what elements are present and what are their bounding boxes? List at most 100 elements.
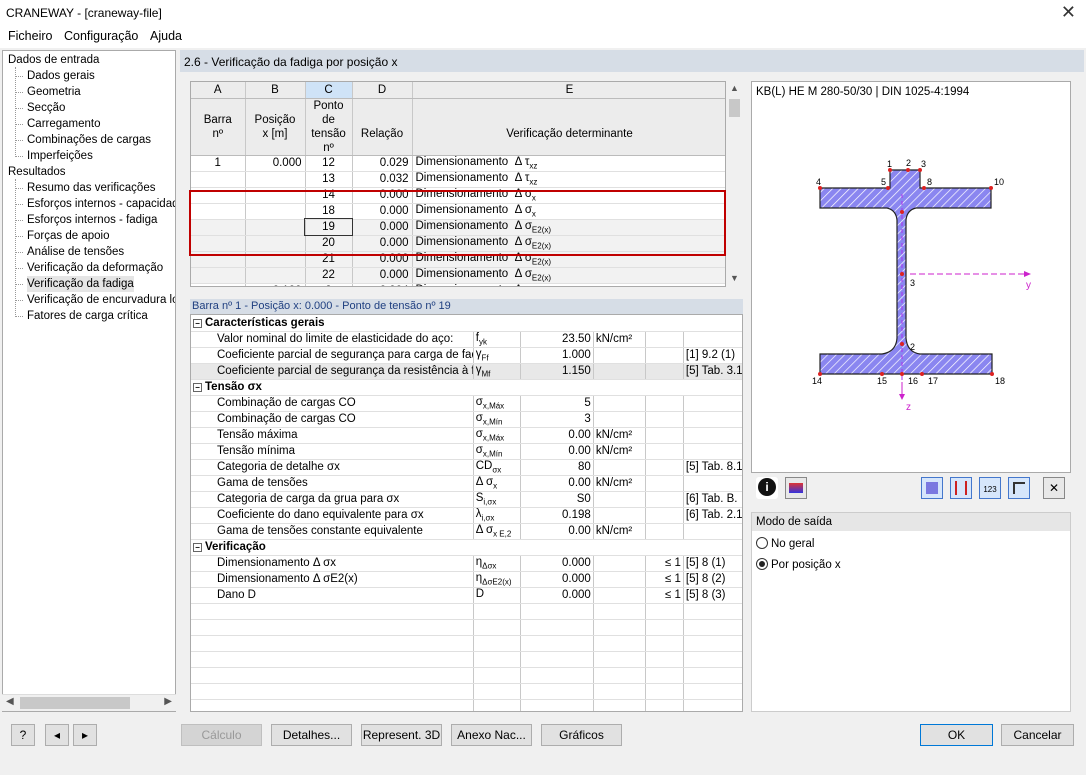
tree-item-deformacao[interactable]: Verificação da deformação [27,260,163,276]
detail-row[interactable]: Gama de tensões Δ σx 0.00 kN/cm² [191,475,742,492]
collapse-icon[interactable]: − [193,543,202,552]
detail-row[interactable]: Combinação de cargas CO σx,Mín 3 [191,411,742,428]
detail-row[interactable]: Gama de tensões constante equivalente Δ σ… [191,523,742,540]
detail-row[interactable]: Categoria de carga da grua para σx Si,σx S… [191,491,742,508]
highlight-box [189,190,726,256]
detail-unit [593,587,646,604]
tree-item-esforcos-capacidade[interactable]: Esforços internos - capacidade [27,196,175,212]
mode-option-position[interactable]: Por posição x [756,558,841,571]
tree-item-analise-tensoes[interactable]: Análise de tensões [27,244,124,260]
scroll-up-icon[interactable]: ▲ [730,83,739,93]
help-button[interactable]: ? [11,724,35,746]
detail-row[interactable]: Tensão máxima σx,Máx 0.00 kN/cm² [191,427,742,444]
empty-row [191,603,742,620]
detail-symbol: ηΔσx [473,555,521,572]
tree-item-forcas-apoio[interactable]: Forças de apoio [27,228,109,244]
table-row[interactable]: 1 0.000 12 0.029 Dimensionamento Δ τxz [191,155,725,172]
dimensions-button[interactable] [950,477,972,499]
axes-button[interactable] [1008,477,1030,499]
collapse-icon[interactable]: − [193,318,202,328]
detail-row[interactable]: Combinação de cargas CO σx,Máx 5 [191,395,742,412]
table-row[interactable]: 13 0.032 Dimensionamento Δ τxz [191,171,725,188]
cell-bar [191,171,246,188]
group-header[interactable]: − Tensão σx [191,379,742,396]
tree-horizontal-scrollbar[interactable]: ◀ ▶ [2,694,176,711]
detail-row[interactable]: Dano D D 0.000 ≤ 1 [5] 8 (3) [191,587,742,604]
tree-item-combinacoes[interactable]: Combinações de cargas [27,132,151,148]
render-section-button[interactable] [921,477,943,499]
details-button[interactable]: Detalhes... [271,724,352,746]
graphics-button[interactable]: Gráficos [541,724,622,746]
tree-item-fadiga[interactable]: Verificação da fadiga [27,276,134,292]
detail-row[interactable]: Coeficiente parcial de segurança da resi… [191,363,742,380]
verification-label: Dimensionamento [416,284,509,286]
calc-button[interactable]: Cálculo [181,724,262,746]
detail-unit [593,395,646,412]
detail-row[interactable]: Valor nominal do limite de elasticidade … [191,331,742,348]
mode-option-general[interactable]: No geral [756,537,814,550]
numbering-button[interactable]: 123 [979,477,1001,499]
menu-ajuda[interactable]: Ajuda [150,29,182,43]
collapse-icon[interactable]: − [193,383,202,392]
detail-limit: ≤ 1 [645,587,684,604]
detail-value: 0.198 [520,507,594,524]
scroll-down-icon[interactable]: ▼ [730,273,739,283]
menu-ficheiro[interactable]: Ficheiro [8,29,52,43]
scroll-left-icon[interactable]: ◀ [6,696,14,707]
detail-reference [683,475,742,492]
tree-item-carga-critica[interactable]: Fatores de carga crítica [27,308,148,324]
tree-item-carregamento[interactable]: Carregamento [27,116,101,132]
table-vertical-scrollbar[interactable]: ▲ ▼ [726,81,743,287]
cancel-button[interactable]: Cancelar [1001,724,1074,746]
info-button[interactable]: i [756,477,778,499]
details-table[interactable]: − Características gerais Valor nominal do … [190,314,743,712]
tree-item-encurvadura[interactable]: Verificação de encurvadura local [27,292,175,308]
empty-row [191,683,742,700]
render3d-button[interactable]: Represent. 3D [361,724,442,746]
menu-bar: Ficheiro Configuração Ajuda [0,26,1086,48]
previous-button[interactable]: ◂ [45,724,69,746]
detail-value: 0.00 [520,443,594,460]
menu-configuracao[interactable]: Configuração [64,29,138,43]
detail-row[interactable]: Dimensionamento Δ σE2(x) ηΔσE2(x) 0.000 ≤ 1… [191,571,742,588]
scroll-thumb[interactable] [20,697,130,709]
help-icon: ? [19,728,27,742]
ok-button[interactable]: OK [920,724,993,746]
table-row[interactable]: 0.10020.004Dimensionamento Δ σx [191,283,725,286]
hdr-barra-2: nº [212,127,224,140]
close-icon[interactable]: ✕ [1061,2,1076,23]
detail-reference: [6] Tab. B. [683,491,742,508]
group-header[interactable]: − Verificação [191,539,742,556]
results-table[interactable]: A B C D E Barra nº Posição x [m] Ponto de t… [190,81,726,287]
tree-item-imperfeicoes[interactable]: Imperfeições [27,148,93,164]
detail-symbol: σx,Máx [473,427,521,444]
detail-row[interactable]: Coeficiente do dano equivalente para σx λ… [191,507,742,524]
radio-position[interactable] [756,558,768,570]
scroll-thumb[interactable] [729,99,740,117]
tree-root-results[interactable]: Resultados [8,164,66,180]
table-row[interactable]: 22 0.000 Dimensionamento Δ σE2(x) [191,267,725,284]
tree-item-dados-gerais[interactable]: Dados gerais [27,68,95,84]
tree-item-resumo[interactable]: Resumo das verificações [27,180,155,196]
scroll-right-icon[interactable]: ▶ [164,696,172,707]
tree-root-input[interactable]: Dados de entrada [8,52,99,68]
detail-limit: ≤ 1 [645,571,684,588]
pt-label-16: 16 [908,376,918,386]
detail-row[interactable]: Coeficiente parcial de segurança para ca… [191,347,742,364]
detail-symbol: fyk [473,331,521,348]
detail-limit [645,363,684,380]
reset-view-button[interactable]: ✕ [1043,477,1065,499]
tree-item-geometria[interactable]: Geometria [27,84,81,100]
detail-row[interactable]: Tensão mínima σx,Mín 0.00 kN/cm² [191,443,742,460]
group-header[interactable]: − Características gerais [191,315,742,332]
radio-general[interactable] [756,537,768,549]
annex-button[interactable]: Anexo Nac... [451,724,532,746]
detail-row[interactable]: Dimensionamento Δ σx ηΔσx 0.000 ≤ 1 [5] 8 (1… [191,555,742,572]
color-scale-button[interactable] [785,477,807,499]
cell-verification: Dimensionamento Δ τxz [412,155,725,172]
detail-label: Combinação de cargas CO [191,395,474,412]
tree-item-esforcos-fadiga[interactable]: Esforços internos - fadiga [27,212,157,228]
detail-row[interactable]: Categoria de detalhe σx CDσx 80 [5] Tab. 8.… [191,459,742,476]
next-button[interactable]: ▸ [73,724,97,746]
tree-item-seccao[interactable]: Secção [27,100,65,116]
